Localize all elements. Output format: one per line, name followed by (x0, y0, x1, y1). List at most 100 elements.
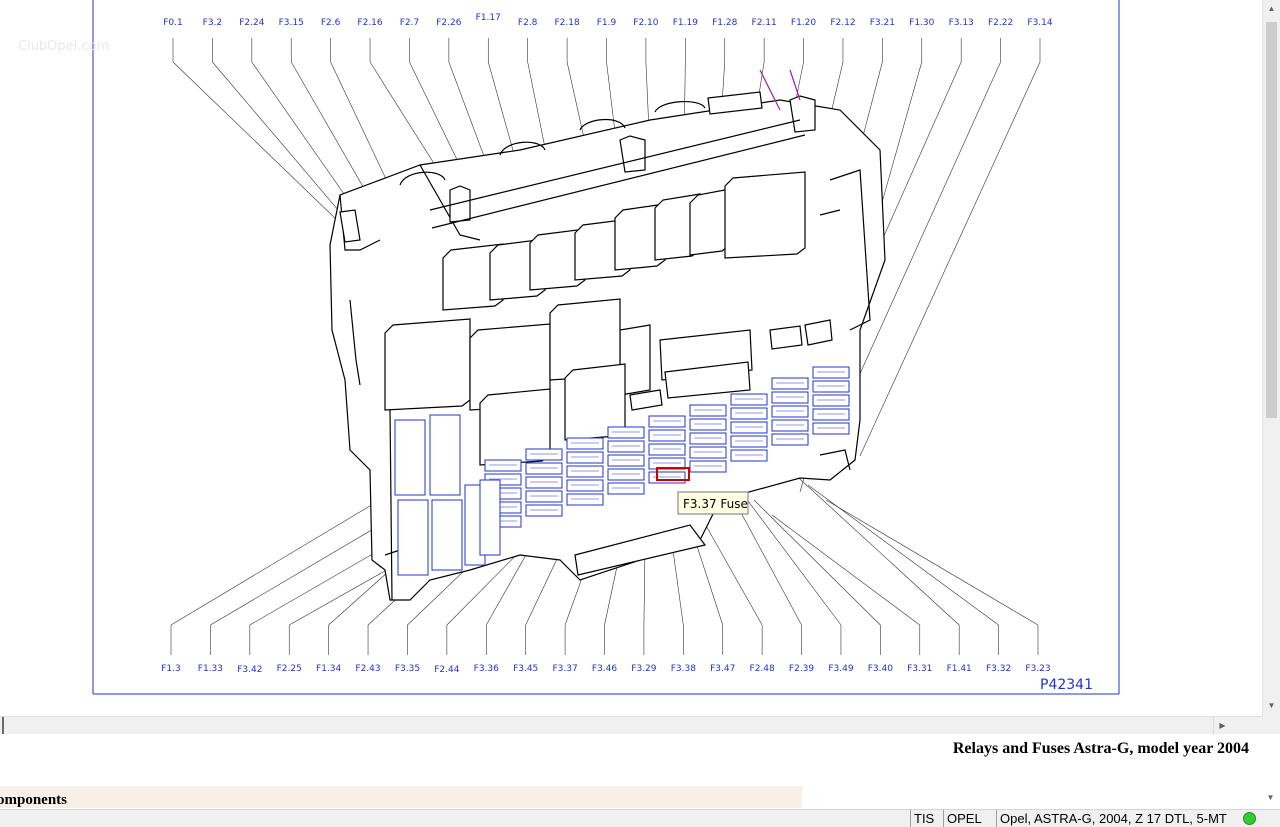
fuse[interactable] (607, 440, 645, 453)
top-fuse-label[interactable]: F2.22 (988, 18, 1013, 28)
fuse[interactable] (812, 394, 850, 407)
bottom-fuse-label[interactable]: F2.25 (277, 664, 302, 674)
top-fuse-label[interactable]: F2.8 (518, 18, 538, 28)
top-fuse-label[interactable]: F2.11 (752, 18, 777, 28)
fuse[interactable] (689, 446, 727, 459)
bottom-fuse-label[interactable]: F3.35 (395, 664, 420, 674)
fuse[interactable] (730, 407, 768, 420)
scroll-thumb-horizontal[interactable] (2, 717, 4, 734)
bottom-fuse-label[interactable]: F3.49 (828, 664, 853, 674)
bottom-fuse-label[interactable]: F3.29 (631, 664, 656, 674)
fuse[interactable] (525, 462, 563, 475)
top-fuse-label[interactable]: F2.6 (321, 18, 341, 28)
fuse[interactable] (484, 459, 522, 472)
scroll-thumb[interactable] (1266, 22, 1277, 418)
top-fuse-label[interactable]: F1.28 (712, 18, 737, 28)
top-fuse-label[interactable]: F3.21 (870, 18, 895, 28)
bottom-fuse-label[interactable]: F3.47 (710, 664, 735, 674)
fuse[interactable] (607, 426, 645, 439)
bottom-fuse-label[interactable]: F1.41 (947, 664, 972, 674)
fuse[interactable] (730, 393, 768, 406)
scroll-down-icon[interactable]: ▼ (1263, 697, 1280, 714)
bottom-fuse-label[interactable]: F3.37 (552, 664, 577, 674)
bottom-fuse-label[interactable]: F1.3 (161, 664, 181, 674)
top-fuse-label[interactable]: F2.10 (633, 18, 658, 28)
fuse[interactable] (771, 391, 809, 404)
fuse[interactable] (607, 482, 645, 495)
fuse[interactable] (566, 479, 604, 492)
bottom-fuse-label[interactable]: F3.38 (671, 664, 696, 674)
bottom-fuse-label[interactable]: F3.46 (592, 664, 617, 674)
fuse[interactable] (689, 432, 727, 445)
top-fuse-label[interactable]: F1.30 (909, 18, 934, 28)
relay[interactable] (384, 318, 471, 411)
fuse[interactable] (525, 504, 563, 517)
fuse[interactable] (648, 443, 686, 456)
top-fuse-label[interactable]: F2.26 (436, 18, 461, 28)
bottom-fuse-label[interactable]: F2.43 (355, 664, 380, 674)
bottom-fuse-label[interactable]: F3.45 (513, 664, 538, 674)
fuse[interactable] (525, 490, 563, 503)
fuse[interactable] (771, 419, 809, 432)
fuse[interactable] (566, 465, 604, 478)
fuse[interactable] (648, 471, 686, 484)
fuse[interactable] (525, 476, 563, 489)
relay[interactable] (689, 188, 731, 256)
top-fuse-label[interactable]: F2.12 (830, 18, 855, 28)
fuse[interactable] (812, 366, 850, 379)
top-fuse-label[interactable]: F3.15 (279, 18, 304, 28)
fuse[interactable] (648, 429, 686, 442)
bottom-fuse-label[interactable]: F3.42 (237, 665, 262, 675)
bottom-fuse-label[interactable]: F1.34 (316, 664, 341, 674)
bottom-fuse-label[interactable]: F2.48 (750, 664, 775, 674)
fuse[interactable] (566, 451, 604, 464)
diagram-reference: P42341 (1040, 677, 1093, 693)
scroll-up-icon[interactable]: ▲ (1263, 0, 1280, 17)
top-fuse-label[interactable]: F3.2 (203, 18, 223, 28)
top-fuse-label[interactable]: F0.1 (163, 18, 183, 28)
fuse[interactable] (689, 404, 727, 417)
bottom-fuse-label[interactable]: F1.33 (198, 664, 223, 674)
fuse[interactable] (648, 415, 686, 428)
top-fuse-label[interactable]: F2.24 (239, 18, 264, 28)
top-fuse-label[interactable]: F1.9 (597, 18, 617, 28)
page-scroll-down-icon[interactable]: ▼ (1262, 793, 1279, 807)
fuse[interactable] (730, 421, 768, 434)
fuse[interactable] (525, 448, 563, 461)
bottom-fuse-label[interactable]: F2.39 (789, 664, 814, 674)
top-fuse-label[interactable]: F2.16 (357, 18, 382, 28)
fuse[interactable] (771, 405, 809, 418)
top-fuse-label[interactable]: F1.19 (673, 18, 698, 28)
fuse[interactable] (689, 460, 727, 473)
top-fuse-label[interactable]: F1.20 (791, 18, 816, 28)
top-fuse-label[interactable]: F2.7 (400, 18, 420, 28)
fuse[interactable] (812, 422, 850, 435)
top-fuse-label[interactable]: F1.17 (476, 13, 501, 23)
diagram-horizontal-scrollbar[interactable]: ▶ (0, 716, 1262, 734)
fuse[interactable] (771, 377, 809, 390)
bottom-fuse-label[interactable]: F2.44 (434, 665, 459, 675)
fuse[interactable] (771, 433, 809, 446)
fuse[interactable] (607, 468, 645, 481)
fuse[interactable] (607, 454, 645, 467)
bottom-fuse-label[interactable]: F3.23 (1025, 664, 1050, 674)
bottom-fuse-label[interactable]: F3.36 (474, 664, 499, 674)
top-fuse-label[interactable]: F2.18 (554, 18, 579, 28)
scroll-right-icon[interactable]: ▶ (1213, 717, 1231, 734)
fuse[interactable] (812, 408, 850, 421)
bottom-fuse-label[interactable]: F3.31 (907, 664, 932, 674)
bottom-fuse-label[interactable]: F3.32 (986, 664, 1011, 674)
page-scrollbar[interactable]: ▼ (1262, 734, 1280, 809)
fuse[interactable] (689, 418, 727, 431)
relay[interactable] (724, 171, 806, 259)
bottom-fuse-label[interactable]: F3.40 (868, 664, 893, 674)
top-fuse-label[interactable]: F3.14 (1027, 18, 1052, 28)
fuse[interactable] (730, 449, 768, 462)
diagram-viewer[interactable]: ClubOpel.com F0.1 F3.2 F2.24 F3.15 F2.6 … (0, 0, 1262, 716)
fuse[interactable] (566, 437, 604, 450)
diagram-vertical-scrollbar[interactable]: ▲ ▼ (1262, 0, 1280, 716)
fuse[interactable] (812, 380, 850, 393)
top-fuse-label[interactable]: F3.13 (949, 18, 974, 28)
fuse[interactable] (566, 493, 604, 506)
fuse[interactable] (730, 435, 768, 448)
